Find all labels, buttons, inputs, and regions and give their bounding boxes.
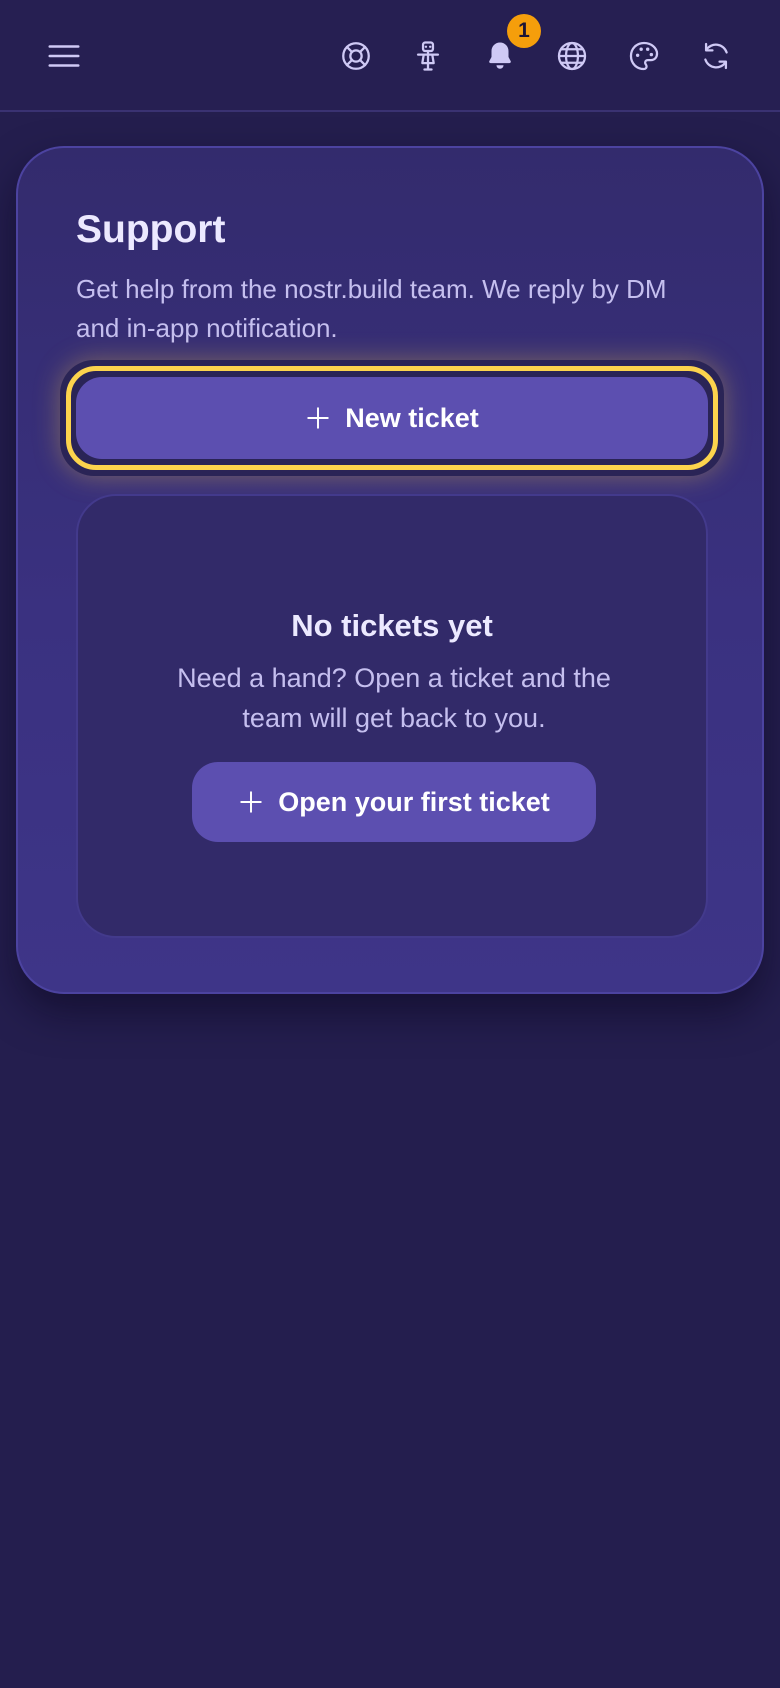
lifebuoy-icon [342,42,370,70]
support-card: Support Get help from the nostr.build te… [16,146,764,994]
top-bar: 1 [0,0,780,112]
refresh-button[interactable] [692,32,740,80]
page-title: Support [76,208,226,251]
empty-state-panel: No tickets yet Need a hand? Open a ticke… [76,494,708,938]
theme-button[interactable] [620,32,668,80]
empty-state-description: Need a hand? Open a ticket and the team … [177,663,611,733]
bell-icon [489,42,511,69]
support-description: Get help from the nostr.build team. We r… [76,274,667,343]
open-first-ticket-label: Open your first ticket [278,786,550,817]
empty-state-title: No tickets yet [291,608,493,643]
menu-button[interactable] [40,32,88,80]
new-ticket-button[interactable]: New ticket [76,377,708,459]
globe-icon [557,41,587,71]
language-button[interactable] [548,32,596,80]
plus-icon [307,407,329,429]
refresh-icon [704,42,728,70]
open-first-ticket-button[interactable]: Open your first ticket [192,762,596,842]
scarecrow-button[interactable] [404,32,452,80]
menu-icon [48,45,80,67]
new-ticket-focus-wrapper: New ticket [60,360,724,476]
support-button[interactable] [332,32,380,80]
plus-icon [240,791,262,813]
scarecrow-icon [416,41,440,71]
notification-badge: 1 [507,14,541,48]
new-ticket-label: New ticket [345,402,479,433]
palette-icon [629,41,659,71]
